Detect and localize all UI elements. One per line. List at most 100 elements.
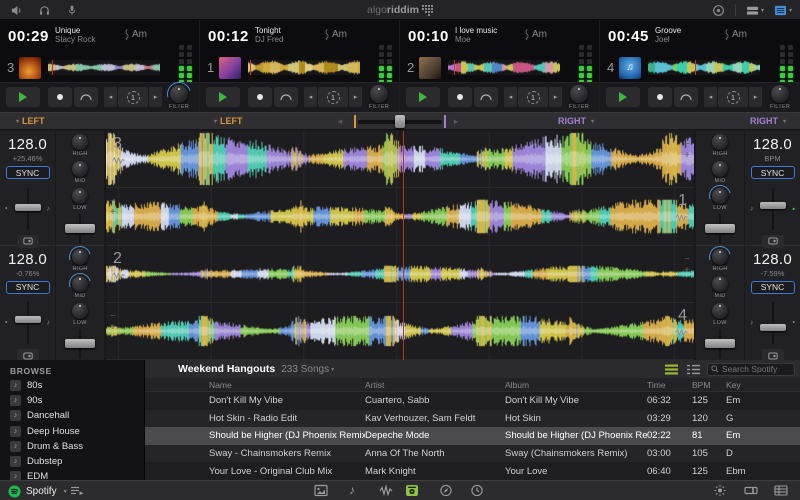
eq-mid-knob[interactable]: MID: [696, 161, 744, 185]
filter-knob[interactable]: FILTER: [365, 85, 393, 110]
pitch-bend-button[interactable]: [474, 87, 498, 107]
sync-button[interactable]: SYNC: [751, 166, 795, 179]
tempo-slider[interactable]: • ♪: [0, 186, 55, 232]
loop-halve-button[interactable]: ◂: [304, 87, 317, 107]
deck-waveform-strip[interactable]: 2 −+: [106, 246, 694, 303]
track-overview-waveform[interactable]: [248, 60, 360, 75]
loop-double-button[interactable]: ▸: [749, 87, 762, 107]
waveform-mode-icon[interactable]: [675, 214, 688, 221]
detail-view-button[interactable]: [687, 364, 700, 375]
tempo-slider-handle[interactable]: [760, 202, 786, 209]
cue-button[interactable]: [248, 87, 272, 107]
loop-button[interactable]: 1: [718, 87, 748, 107]
deck-b-output-select[interactable]: ▾LEFT: [212, 116, 243, 126]
crossfader[interactable]: [352, 115, 448, 128]
column-header[interactable]: Time: [647, 380, 692, 390]
eq-high-knob[interactable]: HIGH: [56, 134, 104, 158]
eq-low-knob[interactable]: LOW: [696, 303, 744, 327]
loop-double-button[interactable]: ▸: [149, 87, 162, 107]
waveform-zoom-controls[interactable]: −+: [110, 196, 116, 218]
history-clock-icon[interactable]: [470, 484, 484, 497]
volume-fader[interactable]: [56, 329, 104, 359]
volume-fader[interactable]: [696, 329, 744, 359]
eq-low-knob[interactable]: LOW: [56, 188, 104, 212]
deck-a-output-select[interactable]: ▾LEFT: [14, 116, 45, 126]
music-library-icon[interactable]: ♪: [349, 483, 355, 497]
eq-mid-knob[interactable]: MID: [696, 276, 744, 300]
play-button[interactable]: [6, 87, 40, 107]
play-button[interactable]: [206, 87, 240, 107]
playlist-caret-icon[interactable]: ▾: [331, 366, 334, 373]
eq-low-knob[interactable]: LOW: [56, 303, 104, 327]
play-button[interactable]: [406, 87, 440, 107]
loop-button[interactable]: 1: [318, 87, 348, 107]
pitch-bend-button[interactable]: [274, 87, 298, 107]
track-overview-waveform[interactable]: [48, 60, 160, 75]
track-row[interactable]: Your Love - Original Club MixMark Knight…: [145, 462, 800, 480]
column-header[interactable]: Artist: [365, 380, 505, 390]
search-input[interactable]: [722, 364, 791, 374]
sidebar-playlist-item[interactable]: ♪Dubstep: [0, 454, 144, 469]
eq-high-knob[interactable]: HIGH: [696, 249, 744, 273]
tempo-slider[interactable]: • ♪: [0, 300, 55, 346]
deck-waveform-strip[interactable]: 1 −+: [106, 188, 694, 245]
view-mode-toggle[interactable]: ▾: [774, 4, 792, 17]
deck-waveform-strip[interactable]: 4 −+: [106, 303, 694, 360]
automix-queue-icon[interactable]: [70, 484, 84, 497]
track-row[interactable]: Hot Skin - Radio EditKav Verhouzer, Sam …: [145, 410, 800, 428]
cue-button[interactable]: [448, 87, 472, 107]
search-field[interactable]: [707, 363, 795, 376]
spotify-browser-icon-active[interactable]: [405, 484, 419, 497]
tempo-slider[interactable]: ♪ •: [745, 186, 800, 232]
tempo-slider[interactable]: ♪ •: [745, 300, 800, 346]
library-source-picker[interactable]: Spotify ▾: [8, 481, 67, 500]
loop-halve-button[interactable]: ◂: [504, 87, 517, 107]
loop-halve-button[interactable]: ◂: [704, 87, 717, 107]
volume-fader-handle[interactable]: [705, 224, 735, 233]
column-header[interactable]: Name: [209, 380, 365, 390]
cue-button[interactable]: [648, 87, 672, 107]
eq-low-knob[interactable]: LOW: [696, 188, 744, 212]
column-header[interactable]: BPM: [692, 380, 726, 390]
tempo-slider-handle[interactable]: [15, 316, 41, 323]
filter-knob[interactable]: FILTER: [766, 85, 794, 110]
cue-button[interactable]: [48, 87, 72, 107]
column-header[interactable]: Key: [726, 380, 800, 390]
sync-button[interactable]: SYNC: [751, 281, 795, 294]
playlist-song-count[interactable]: 233 Songs: [281, 364, 329, 375]
filter-knob[interactable]: FILTER: [165, 85, 193, 110]
headphones-cue-icon[interactable]: [38, 4, 51, 17]
sidebar-playlist-item[interactable]: ♪Drum & Bass: [0, 439, 144, 454]
speaker-output-icon[interactable]: [10, 4, 23, 17]
volume-fader[interactable]: [696, 214, 744, 244]
loop-button[interactable]: 1: [118, 87, 148, 107]
loop-double-button[interactable]: ▸: [549, 87, 562, 107]
waveform-mode-icon[interactable]: [112, 272, 125, 279]
explore-compass-icon[interactable]: [439, 484, 453, 497]
play-button[interactable]: [606, 87, 640, 107]
filter-knob[interactable]: FILTER: [565, 85, 593, 110]
volume-fader-handle[interactable]: [65, 224, 95, 233]
eq-mid-knob[interactable]: MID: [56, 276, 104, 300]
volume-fader-handle[interactable]: [705, 339, 735, 348]
track-row[interactable]: Should be Higher (DJ Phoenix Remix)Depec…: [145, 427, 800, 445]
loop-double-button[interactable]: ▸: [349, 87, 362, 107]
column-header[interactable]: Album: [505, 380, 647, 390]
microphone-icon[interactable]: [66, 4, 78, 17]
pitch-bend-button[interactable]: [74, 87, 98, 107]
track-table-header[interactable]: NameArtistAlbumTimeBPMKey: [145, 378, 800, 392]
crossfade-left-arrow[interactable]: ◂: [338, 117, 342, 126]
loop-halve-button[interactable]: ◂: [104, 87, 117, 107]
loop-button[interactable]: 1: [518, 87, 548, 107]
record-button[interactable]: [712, 4, 725, 17]
sidebar-playlist-item[interactable]: ♪90s: [0, 393, 144, 408]
list-view-button[interactable]: [665, 364, 678, 375]
album-art-view-icon[interactable]: [314, 484, 328, 497]
track-row[interactable]: Sway - Chainsmokers RemixAnna Of The Nor…: [145, 445, 800, 463]
waveform-zoom-controls[interactable]: −+: [684, 139, 690, 161]
mixer-controls-icon[interactable]: [744, 484, 758, 497]
brightness-icon[interactable]: [713, 484, 727, 497]
volume-fader[interactable]: [56, 214, 104, 244]
eq-high-knob[interactable]: HIGH: [696, 134, 744, 158]
waveform-area[interactable]: 3 −+ 1 −+ 2 −+ 4 −+: [105, 131, 695, 360]
